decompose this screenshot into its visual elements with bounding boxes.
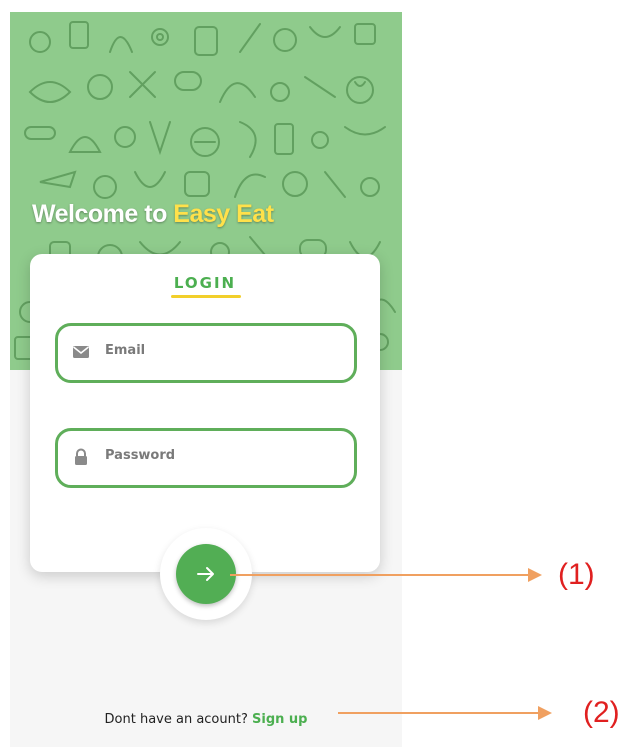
- annotation-label-1: (1): [558, 558, 595, 591]
- annotation-arrow-2: [338, 706, 552, 720]
- signup-prompt-text: Dont have an acount?: [104, 712, 248, 727]
- email-placeholder: Email: [105, 343, 146, 358]
- lock-icon: [75, 448, 87, 465]
- signup-link[interactable]: Sign up: [252, 712, 307, 727]
- login-submit-button[interactable]: [176, 544, 236, 604]
- password-placeholder: Password: [105, 448, 176, 463]
- welcome-heading: Welcome to Easy Eat: [32, 200, 274, 229]
- login-title-underline: [171, 295, 241, 298]
- mail-icon: [73, 346, 89, 358]
- email-field[interactable]: Email: [55, 323, 357, 383]
- password-field[interactable]: Password: [55, 428, 357, 488]
- welcome-prefix: Welcome to: [32, 200, 174, 228]
- app-screen: Welcome to Easy Eat LOGIN Email Password…: [10, 12, 402, 747]
- annotation-arrow-1: [230, 568, 542, 582]
- arrow-right-icon: [197, 567, 214, 581]
- login-title: LOGIN: [173, 274, 237, 292]
- annotation-label-2: (2): [583, 696, 620, 729]
- brand-name: Easy Eat: [173, 200, 274, 228]
- login-card: LOGIN Email Password: [30, 254, 380, 572]
